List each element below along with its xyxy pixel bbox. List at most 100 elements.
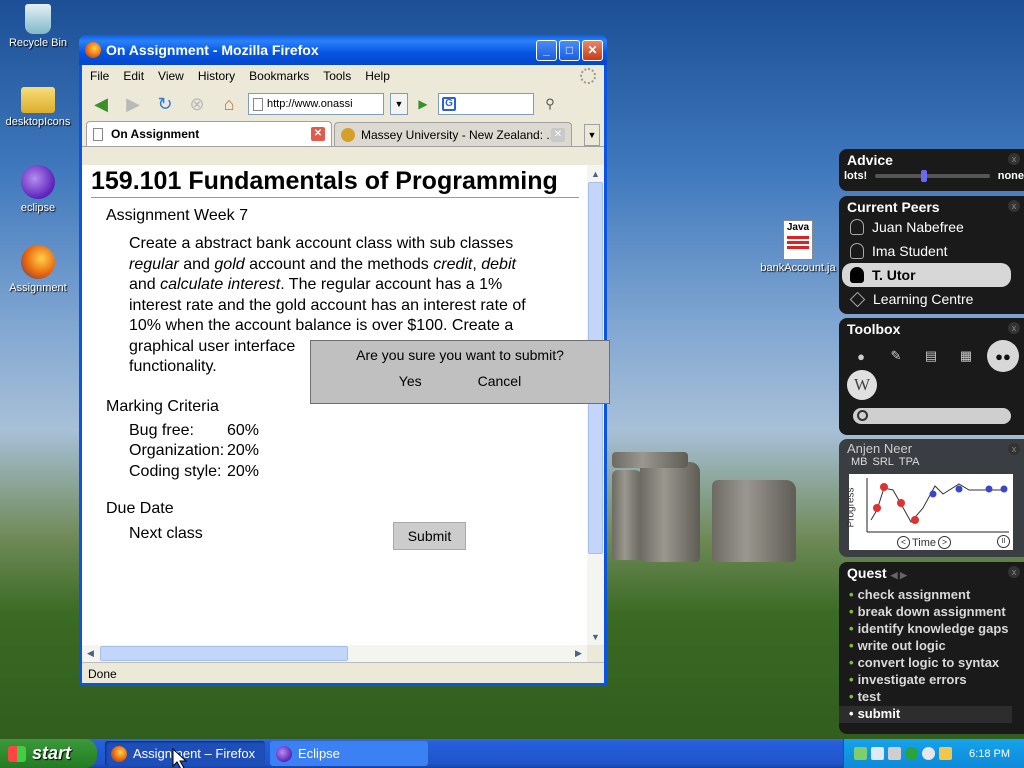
window-titlebar[interactable]: On Assignment - Mozilla Firefox _ □ ✕ bbox=[79, 35, 607, 65]
network-icon[interactable] bbox=[854, 747, 867, 760]
back-button[interactable]: ◀ bbox=[88, 91, 114, 117]
reload-button[interactable]: ↻ bbox=[152, 91, 178, 117]
m-icon[interactable] bbox=[905, 747, 918, 760]
taskbar: start Assignment – Firefox Eclipse 6:18 … bbox=[0, 739, 1024, 768]
horizontal-scrollbar[interactable]: ◀ ▶ bbox=[82, 645, 587, 662]
due-date-value: Next class bbox=[129, 525, 203, 542]
dialog-yes-button[interactable]: Yes bbox=[399, 373, 422, 389]
sound-icon[interactable] bbox=[888, 747, 901, 760]
menu-file[interactable]: File bbox=[90, 69, 109, 83]
display-icon[interactable] bbox=[939, 747, 952, 760]
close-button[interactable]: ✕ bbox=[582, 39, 603, 61]
desktop-icon-assignment[interactable]: Assignment bbox=[0, 245, 76, 294]
tab-tpa[interactable]: TPA bbox=[899, 456, 920, 468]
quest-item[interactable]: • identify knowledge gaps bbox=[839, 621, 1024, 638]
panel-close-icon[interactable]: x bbox=[1008, 200, 1020, 212]
java-file-icon: Java bbox=[783, 220, 813, 260]
scroll-down-arrow-icon[interactable]: ▼ bbox=[588, 629, 603, 644]
section-assignment: Assignment Week 7 bbox=[106, 207, 248, 224]
time-next-button[interactable]: > bbox=[938, 536, 952, 549]
toolbox-search-input[interactable] bbox=[853, 408, 1011, 424]
desktop-icon-recycle-bin[interactable]: Recycle Bin bbox=[0, 4, 76, 49]
tab-close-icon[interactable]: ✕ bbox=[311, 127, 325, 141]
peer-item[interactable]: Juan Nabefree bbox=[842, 215, 1011, 239]
tab-massey[interactable]: Massey University - New Zealand: ... ✕ bbox=[334, 122, 572, 146]
panel-close-icon[interactable]: x bbox=[1008, 566, 1020, 578]
minimize-button[interactable]: _ bbox=[536, 39, 557, 61]
tab-close-icon[interactable]: ✕ bbox=[551, 127, 565, 142]
time-prev-button[interactable]: < bbox=[897, 536, 910, 549]
quest-item[interactable]: • write out logic bbox=[839, 638, 1024, 655]
quest-item[interactable]: • break down assignment bbox=[839, 604, 1024, 621]
desktop-icon-desktopicons[interactable]: desktopIcons bbox=[0, 87, 76, 128]
url-dropdown-button[interactable]: ▼ bbox=[390, 93, 408, 115]
quest-item[interactable]: • test bbox=[839, 689, 1024, 706]
window-title: On Assignment - Mozilla Firefox bbox=[106, 42, 319, 58]
panel-close-icon[interactable]: x bbox=[1008, 153, 1020, 165]
pen-icon[interactable]: ✎ bbox=[882, 342, 910, 370]
forward-button[interactable]: ▶ bbox=[120, 91, 146, 117]
home-button[interactable]: ⌂ bbox=[216, 91, 242, 117]
flashcard-icon[interactable]: ▤ bbox=[917, 342, 945, 370]
horizontal-scroll-thumb[interactable] bbox=[100, 646, 348, 661]
tab-list-button[interactable]: ▼ bbox=[584, 124, 600, 146]
menu-tools[interactable]: Tools bbox=[323, 69, 351, 83]
stop-button[interactable]: ⊗ bbox=[184, 91, 210, 117]
monitor-icon[interactable] bbox=[871, 747, 884, 760]
vertical-scrollbar[interactable]: ▲ ▼ bbox=[587, 165, 604, 645]
submit-button[interactable]: Submit bbox=[393, 522, 466, 550]
quest-item[interactable]: • check assignment bbox=[839, 587, 1024, 604]
firefox-icon[interactable]: ● bbox=[847, 342, 875, 370]
desktop-icon-eclipse[interactable]: eclipse bbox=[0, 165, 76, 214]
search-box[interactable]: G bbox=[438, 93, 534, 115]
notes-icon[interactable]: ▦ bbox=[952, 342, 980, 370]
peer-item[interactable]: Learning Centre bbox=[842, 287, 1011, 311]
task-label: Assignment – Firefox bbox=[133, 746, 256, 761]
advice-slider-handle[interactable] bbox=[920, 170, 927, 182]
task-eclipse[interactable]: Eclipse bbox=[270, 741, 428, 766]
go-button[interactable]: ▶ bbox=[414, 91, 432, 117]
advice-slider[interactable] bbox=[875, 170, 990, 182]
desc-line: interest rate and the gold account has a… bbox=[129, 296, 526, 314]
scroll-right-arrow-icon[interactable]: ▶ bbox=[571, 646, 586, 661]
clock[interactable]: 6:18 PM bbox=[969, 748, 1010, 760]
menu-bookmarks[interactable]: Bookmarks bbox=[249, 69, 309, 83]
wikipedia-icon[interactable]: W bbox=[847, 370, 877, 400]
panel-close-icon[interactable]: x bbox=[1008, 443, 1020, 455]
criteria-row: Organization: 20% bbox=[129, 442, 260, 459]
tab-on-assignment[interactable]: On Assignment ✕ bbox=[86, 121, 332, 146]
quest-item[interactable]: • convert logic to syntax bbox=[839, 655, 1024, 672]
dialog-cancel-button[interactable]: Cancel bbox=[478, 373, 522, 389]
desc-line: regular and gold account and the methods… bbox=[129, 255, 516, 273]
quest-item[interactable]: • investigate errors bbox=[839, 672, 1024, 689]
maximize-button[interactable]: □ bbox=[559, 39, 580, 61]
peer-item-selected[interactable]: T. Utor bbox=[842, 263, 1011, 287]
advice-title: Advice bbox=[847, 152, 893, 168]
peer-item[interactable]: Ima Student bbox=[842, 239, 1011, 263]
criteria-list: Bug free: 60% Organization: 20% Coding sty… bbox=[129, 421, 587, 483]
page-heading: 159.101 Fundamentals of Programming bbox=[91, 165, 579, 198]
menu-help[interactable]: Help bbox=[365, 69, 390, 83]
submit-confirm-dialog: Are you sure you want to submit? Yes Can… bbox=[310, 340, 610, 404]
pause-button[interactable]: II bbox=[997, 535, 1010, 548]
panel-close-icon[interactable]: x bbox=[1008, 322, 1020, 334]
start-button[interactable]: start bbox=[0, 739, 97, 768]
search-icon[interactable]: ⚲ bbox=[540, 91, 560, 117]
peer-name: Learning Centre bbox=[873, 291, 974, 307]
peers-icon[interactable]: ●● bbox=[987, 340, 1019, 372]
quest-item-current[interactable]: • submit bbox=[839, 706, 1012, 723]
url-bar[interactable]: http://www.onassi bbox=[248, 93, 384, 115]
menu-view[interactable]: View bbox=[158, 69, 184, 83]
desktop-icon-bankaccount[interactable]: Java bankAccount.ja bbox=[758, 220, 838, 274]
security-icon[interactable] bbox=[922, 747, 935, 760]
tab-srl[interactable]: SRL bbox=[873, 456, 894, 468]
advice-left-label: lots! bbox=[844, 170, 868, 182]
scroll-up-arrow-icon[interactable]: ▲ bbox=[588, 166, 603, 181]
quest-panel: Quest ◀ ▶ x • check assignment • break dow… bbox=[839, 562, 1024, 734]
menu-history[interactable]: History bbox=[198, 69, 235, 83]
menu-edit[interactable]: Edit bbox=[123, 69, 144, 83]
scroll-left-arrow-icon[interactable]: ◀ bbox=[83, 646, 98, 661]
desktop-icon-label: Assignment bbox=[9, 282, 67, 294]
tab-mb[interactable]: MB bbox=[851, 456, 868, 468]
quest-nav-arrows[interactable]: ◀ ▶ bbox=[891, 570, 907, 580]
